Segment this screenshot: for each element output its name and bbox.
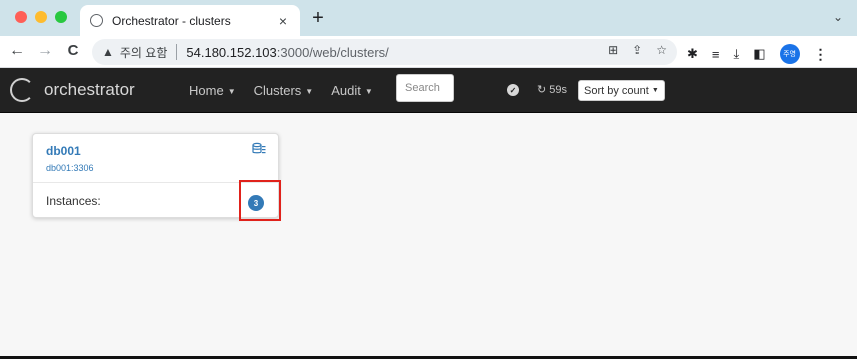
clusters-content: db001 db001:3306 Instances: 3 xyxy=(0,113,857,356)
tab-title: Orchestrator - clusters xyxy=(112,13,231,28)
reading-list-icon[interactable]: ≡ xyxy=(712,47,720,62)
nav-clusters-label: Clusters xyxy=(253,83,302,98)
address-bar[interactable]: ▲ 주의 요함 54.180.152.103 :3000/web/cluster… xyxy=(92,39,677,65)
nav-home-dropdown[interactable]: Home ▼ xyxy=(189,83,236,98)
security-warning-label[interactable]: 주의 요함 xyxy=(120,44,168,61)
profile-avatar[interactable]: 주영 xyxy=(779,44,800,64)
url-path: :3000/web/clusters/ xyxy=(276,44,389,60)
auto-refresh-indicator[interactable]: ↻ 59s xyxy=(537,83,567,96)
sort-label: Sort by count xyxy=(584,84,649,97)
caret-down-icon: ▼ xyxy=(651,87,659,94)
maximize-window-button[interactable] xyxy=(55,11,67,23)
close-window-button[interactable] xyxy=(15,11,27,23)
nav-home-label: Home xyxy=(189,83,224,98)
refresh-icon: ↻ xyxy=(537,84,550,96)
nav-clusters-dropdown[interactable]: Clusters ▼ xyxy=(254,83,314,98)
check-circle-icon[interactable]: ✓ xyxy=(507,84,519,96)
caret-down-icon: ▼ xyxy=(364,87,373,97)
side-panel-icon[interactable]: ◧ xyxy=(753,46,765,62)
nav-audit-label: Audit xyxy=(331,83,361,98)
instances-label: Instances: xyxy=(46,194,101,208)
browser-tab[interactable]: Orchestrator - clusters × xyxy=(80,5,300,36)
bookmark-star-icon[interactable]: ☆ xyxy=(656,43,667,57)
cluster-alias-link[interactable]: db001:3306 xyxy=(46,163,94,173)
sort-dropdown-button[interactable]: Sort by count ▼ xyxy=(578,80,665,101)
minimize-window-button[interactable] xyxy=(35,11,47,23)
orchestrator-logo-icon[interactable] xyxy=(10,78,34,102)
refresh-countdown: 59s xyxy=(549,84,568,96)
omnibox-divider xyxy=(176,44,178,60)
forward-button[interactable]: → xyxy=(36,42,54,60)
tab-close-icon[interactable]: × xyxy=(276,13,290,29)
url-host: 54.180.152.103 xyxy=(186,44,277,60)
reload-button[interactable]: C xyxy=(64,42,82,59)
extensions-puzzle-icon[interactable]: ✱ xyxy=(687,46,698,62)
warning-triangle-icon[interactable]: ▲ xyxy=(102,45,114,59)
share-icon[interactable]: ⇪ xyxy=(632,43,642,57)
caret-down-icon: ▼ xyxy=(305,87,314,97)
caret-down-icon: ▼ xyxy=(227,87,236,97)
cluster-name-link[interactable]: db001 xyxy=(46,144,81,158)
translate-icon[interactable]: ⊞ xyxy=(608,43,618,57)
browser-menu-icon[interactable]: ⋮ xyxy=(814,46,828,63)
highlight-annotation xyxy=(239,180,281,221)
tab-search-chevron-icon[interactable]: ⌄ xyxy=(833,10,843,24)
download-icon[interactable]: ⤓ xyxy=(734,46,740,62)
cluster-card-header: db001 db001:3306 xyxy=(33,134,278,183)
nav-audit-dropdown[interactable]: Audit ▼ xyxy=(331,83,373,98)
extension-icons: ✱ ≡ ⤓ ◧ 주영 ⋮ xyxy=(687,44,828,64)
browser-toolbar: ← → C ▲ 주의 요함 54.180.152.103 :3000/web/c… xyxy=(0,36,857,68)
back-button[interactable]: ← xyxy=(8,42,26,60)
nav-menu: Home ▼ Clusters ▼ Audit ▼ xyxy=(189,83,373,98)
app-navbar: orchestrator Home▼ Clusters▼ Audit▼ ✓ ↻ … xyxy=(0,68,857,113)
omnibox-actions: ⊞ ⇪ ☆ xyxy=(608,43,667,57)
search-input[interactable] xyxy=(396,74,454,102)
database-settings-icon[interactable] xyxy=(252,142,266,156)
new-tab-button[interactable]: + xyxy=(308,7,328,30)
browser-tab-strip: Orchestrator - clusters × + ⌄ xyxy=(0,0,857,36)
orchestrator-favicon-icon xyxy=(90,14,103,27)
brand-name[interactable]: orchestrator xyxy=(44,80,135,100)
